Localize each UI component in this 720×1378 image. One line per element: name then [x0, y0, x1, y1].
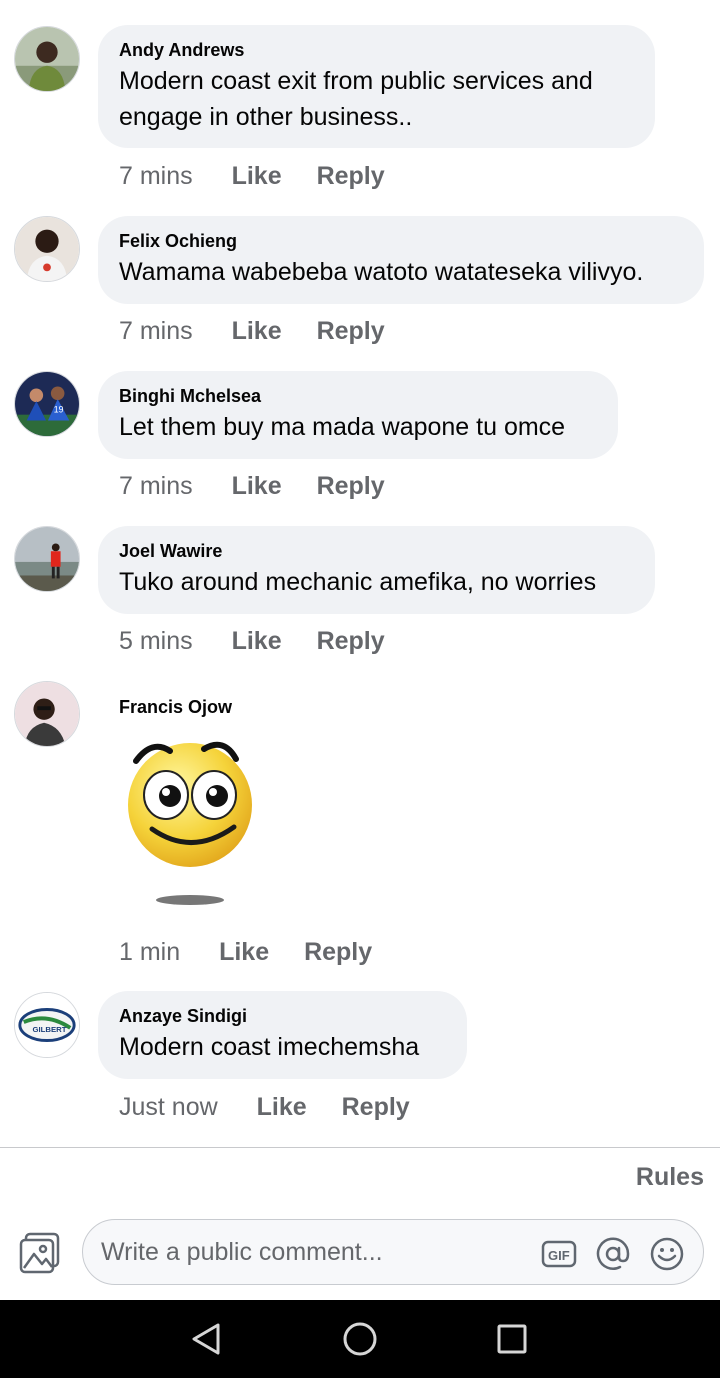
comment-author[interactable]: Binghi Mchelsea — [119, 385, 596, 407]
home-icon[interactable] — [340, 1319, 380, 1359]
like-button[interactable]: Like — [219, 938, 269, 966]
comment-author[interactable]: Anzaye Sindigi — [119, 1005, 445, 1027]
comment-bubble: Binghi Mchelsea Let them buy ma mada wap… — [98, 371, 618, 459]
avatar[interactable] — [14, 216, 80, 282]
comment-time[interactable]: 5 mins — [119, 627, 193, 655]
photo-icon[interactable] — [18, 1232, 62, 1274]
comment-bubble: Joel Wawire Tuko around mechanic amefika… — [98, 526, 655, 614]
system-nav-bar — [0, 1300, 720, 1378]
svg-text:19: 19 — [54, 405, 64, 415]
comment-time[interactable]: 1 min — [119, 938, 180, 966]
comment-time[interactable]: 7 mins — [119, 162, 193, 190]
avatar[interactable]: 19 — [14, 371, 80, 437]
divider — [0, 1147, 720, 1148]
comment-text: Let them buy ma mada wapone tu omce — [119, 413, 566, 441]
like-button[interactable]: Like — [232, 627, 282, 655]
avatar[interactable] — [14, 681, 80, 747]
comment-actions: 5 mins Like Reply — [119, 626, 385, 656]
comment-time[interactable]: 7 mins — [119, 472, 193, 500]
smiling-emoji-sticker[interactable] — [118, 733, 268, 913]
reply-button[interactable]: Reply — [317, 627, 385, 655]
comment-bubble: Felix Ochieng Wamama wabebeba watoto wat… — [98, 216, 704, 304]
like-button[interactable]: Like — [232, 317, 282, 345]
avatar[interactable]: GILBERT — [14, 992, 80, 1058]
avatar[interactable] — [14, 26, 80, 92]
reply-button[interactable]: Reply — [317, 317, 385, 345]
reply-button[interactable]: Reply — [304, 938, 372, 966]
comment-composer: GIF — [82, 1219, 704, 1285]
like-button[interactable]: Like — [232, 162, 282, 190]
comment-author[interactable]: Joel Wawire — [119, 540, 633, 562]
comment-actions: 7 mins Like Reply — [119, 316, 385, 346]
rules-link[interactable]: Rules — [636, 1163, 704, 1192]
comment-text: Modern coast exit from public services a… — [119, 67, 593, 131]
avatar[interactable] — [14, 526, 80, 592]
comment-text: Wamama wabebeba watoto watateseka vilivy… — [119, 258, 644, 286]
gif-icon[interactable]: GIF — [541, 1236, 577, 1272]
comment-actions: 1 min Like Reply — [119, 937, 372, 967]
comment-time[interactable]: 7 mins — [119, 317, 193, 345]
recents-icon[interactable] — [492, 1319, 532, 1359]
comment-author[interactable]: Francis Ojow — [119, 696, 232, 718]
comment-actions: 7 mins Like Reply — [119, 161, 385, 191]
back-icon[interactable] — [186, 1319, 226, 1359]
mention-icon[interactable] — [595, 1236, 631, 1272]
reply-button[interactable]: Reply — [317, 162, 385, 190]
comment-text: Tuko around mechanic amefika, no worries — [119, 568, 597, 596]
comment-actions: 7 mins Like Reply — [119, 471, 385, 501]
reply-button[interactable]: Reply — [342, 1093, 410, 1121]
comment-bubble: Andy Andrews Modern coast exit from publ… — [98, 25, 655, 148]
comment-time[interactable]: Just now — [119, 1093, 218, 1121]
svg-text:GIF: GIF — [548, 1248, 570, 1263]
emoji-icon[interactable] — [649, 1236, 685, 1272]
like-button[interactable]: Like — [232, 472, 282, 500]
gilbert-logo-text: GILBERT — [32, 1025, 66, 1034]
comment-input[interactable] — [101, 1234, 521, 1270]
comment-author[interactable]: Felix Ochieng — [119, 230, 682, 252]
comment-bubble: Anzaye Sindigi Modern coast imechemsha — [98, 991, 467, 1079]
comment-author[interactable]: Andy Andrews — [119, 39, 633, 61]
like-button[interactable]: Like — [257, 1093, 307, 1121]
comment-actions: Just now Like Reply — [119, 1092, 410, 1122]
comment-text: Modern coast imechemsha — [119, 1033, 420, 1061]
reply-button[interactable]: Reply — [317, 472, 385, 500]
